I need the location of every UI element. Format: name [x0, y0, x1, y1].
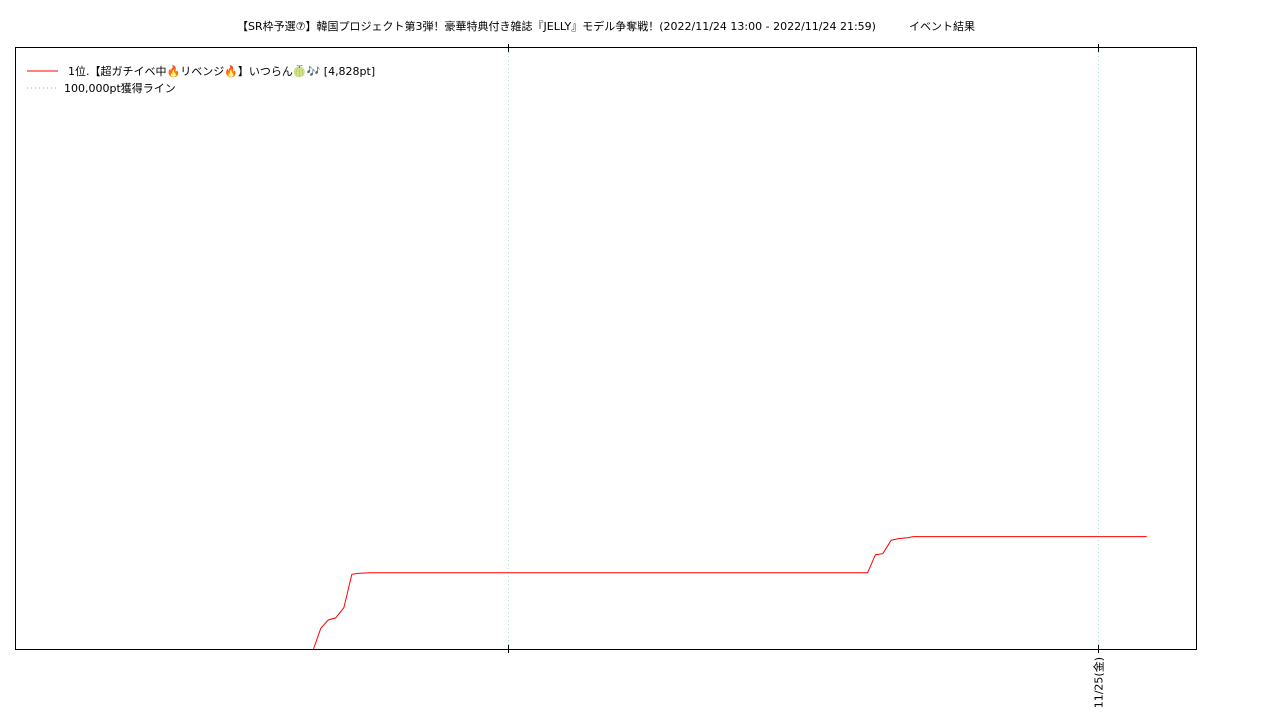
chart-title: 【SR枠予選⑦】韓国プロジェクト第3弾！豪華特典付き雑誌『JELLY』モデル争奪… [237, 19, 975, 33]
data-lines [313, 536, 1147, 650]
plot-frame [15, 47, 1197, 650]
legend-label-series-1: 1位.【超ガチイベ中🔥リベンジ🔥】いつらん🍈🎶 [4,828pt] [68, 64, 375, 78]
chart: 【SR枠予選⑦】韓国プロジェクト第3弾！豪華特典付き雑誌『JELLY』モデル争奪… [15, 19, 1197, 708]
series-line-1 [313, 536, 1147, 650]
x-tick-label: 11/25(金) [1092, 657, 1106, 708]
legend: 1位.【超ガチイベ中🔥リベンジ🔥】いつらん🍈🎶 [4,828pt] 100,00… [27, 64, 375, 95]
grid [508, 48, 1099, 649]
legend-label-series-2: 100,000pt獲得ライン [64, 82, 176, 95]
x-axis: 11/25(金) [508, 44, 1106, 708]
